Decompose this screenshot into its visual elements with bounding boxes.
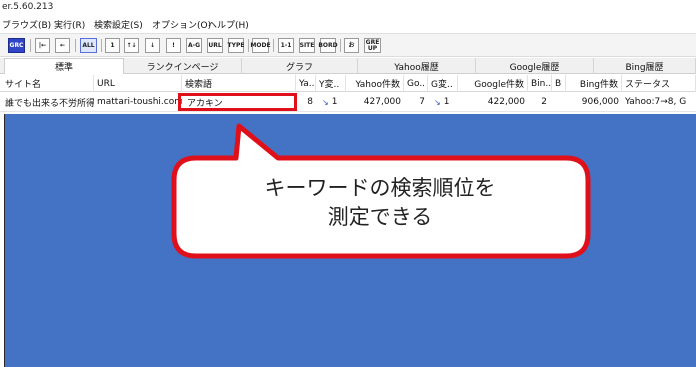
callout-line-2: 測定できる	[327, 205, 433, 229]
callout-text: キーワードの検索順位を 測定できる	[190, 174, 570, 232]
callout-line-1: キーワードの検索順位を	[264, 176, 496, 200]
